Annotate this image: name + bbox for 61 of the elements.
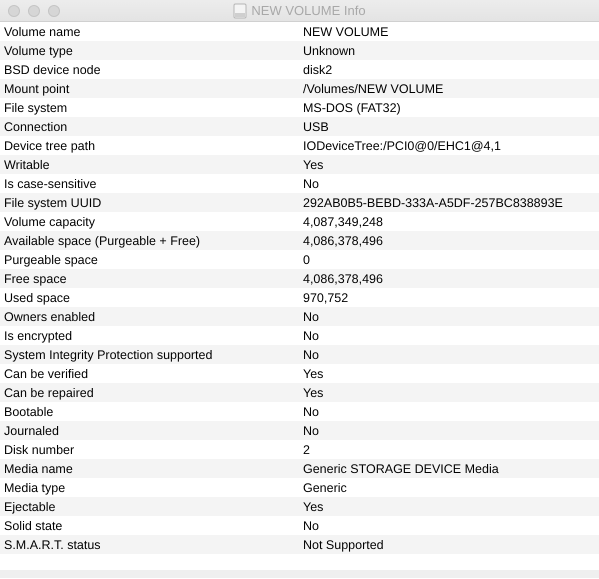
property-value: Yes (303, 386, 324, 400)
property-value: 2 (303, 442, 310, 456)
property-value: Generic STORAGE DEVICE Media (303, 462, 499, 476)
property-value: disk2 (303, 62, 332, 76)
window-title: NEW VOLUME Info (251, 3, 366, 18)
property-name: Media name (3, 462, 74, 476)
property-name: Solid state (3, 518, 64, 532)
property-name: Bootable (3, 404, 54, 418)
property-value: NEW VOLUME (303, 24, 388, 38)
property-value: Not Supported (303, 538, 384, 552)
property-name: Media type (3, 480, 66, 494)
property-name: Writable (3, 158, 51, 172)
property-name: Owners enabled (3, 310, 96, 324)
property-value: 0 (303, 252, 310, 266)
property-name: Used space (3, 290, 72, 304)
property-value: MS-DOS (FAT32) (303, 100, 401, 114)
property-value: Yes (303, 158, 324, 172)
property-name: Is encrypted (3, 328, 74, 342)
property-name: BSD device node (3, 62, 102, 76)
property-name: System Integrity Protection supported (3, 348, 214, 362)
property-value: No (303, 310, 319, 324)
property-name: Available space (Purgeable + Free) (3, 234, 202, 248)
property-value: No (303, 518, 319, 532)
property-name: Can be repaired (3, 386, 95, 400)
close-button[interactable] (8, 4, 20, 16)
property-value: 4,086,378,496 (303, 234, 383, 248)
property-value: 970,752 (303, 290, 348, 304)
property-value: Generic (303, 480, 347, 494)
property-name: Volume name (3, 24, 82, 38)
property-value: Unknown (303, 44, 356, 58)
property-name: Purgeable space (3, 252, 99, 266)
zoom-button[interactable] (48, 4, 60, 16)
property-value: No (303, 328, 319, 342)
minimize-button[interactable] (28, 4, 40, 16)
property-value: 4,086,378,496 (303, 272, 383, 286)
property-value: /Volumes/NEW VOLUME (303, 82, 444, 96)
property-name: Connection (3, 120, 68, 134)
property-value: USB (303, 120, 329, 134)
property-name: File system (3, 100, 68, 114)
drive-icon (233, 2, 248, 18)
property-name: Is case-sensitive (3, 176, 98, 190)
property-name: Mount point (3, 82, 70, 96)
property-value: No (303, 424, 319, 438)
property-name: Journaled (3, 424, 60, 438)
property-value: No (303, 176, 319, 190)
property-name: File system UUID (3, 196, 102, 210)
property-name: Device tree path (3, 138, 96, 152)
property-value: 292AB0B5-BEBD-333A-A5DF-257BC838893E (303, 196, 563, 210)
property-value: Yes (303, 500, 324, 514)
property-value: No (303, 348, 319, 362)
property-value: IODeviceTree:/PCI0@0/EHC1@4,1 (303, 138, 501, 152)
property-name: Can be verified (3, 366, 90, 380)
property-name: S.M.A.R.T. status (3, 538, 102, 552)
property-name: Disk number (3, 442, 76, 456)
property-name: Volume type (3, 44, 74, 58)
property-name: Ejectable (3, 500, 56, 514)
property-value: 4,087,349,248 (303, 214, 383, 228)
property-name: Free space (3, 272, 68, 286)
property-name: Volume capacity (3, 214, 96, 228)
property-value: Yes (303, 366, 324, 380)
property-value: No (303, 404, 319, 418)
